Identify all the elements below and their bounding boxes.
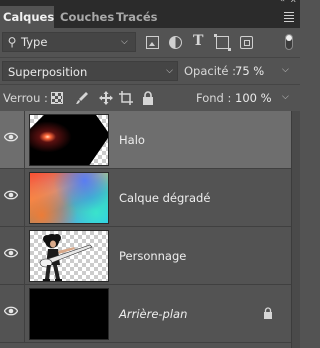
- layer-row-gradient[interactable]: Calque dégradé: [0, 169, 291, 227]
- chevron-down-icon: ⌵: [121, 37, 128, 47]
- lock-transparent-pixels-icon[interactable]: [51, 92, 63, 104]
- lock-row: Verrou : Fond : 100 % ⌵: [0, 84, 300, 110]
- visibility-eye-icon[interactable]: [4, 248, 18, 258]
- adjustment-filter-icon[interactable]: [169, 36, 182, 49]
- layer-divider: [24, 111, 25, 169]
- person-thumbnail: [29, 230, 109, 282]
- blend-row: Superposition ⌵ Opacité : 75 % ⌵: [0, 57, 300, 83]
- tab-traces[interactable]: Tracés: [112, 6, 161, 28]
- blend-mode-value: Superposition: [8, 65, 88, 79]
- smart-object-filter-icon[interactable]: [240, 36, 253, 49]
- layer-divider: [24, 169, 25, 227]
- layer-row-halo[interactable]: Halo: [0, 111, 291, 169]
- filter-toggle-switch[interactable]: [285, 34, 293, 50]
- filter-kind-label: Type: [21, 35, 48, 49]
- image-filter-icon[interactable]: [146, 36, 159, 49]
- layer-name[interactable]: Calque dégradé: [119, 191, 210, 205]
- fill-dropdown-icon[interactable]: ⌵: [282, 92, 289, 102]
- layer-divider: [24, 227, 25, 285]
- lock-all-icon[interactable]: [141, 91, 155, 105]
- layers-list: Halo Calque dégradé Personnage Arrière-p…: [0, 111, 291, 348]
- gradient-thumbnail: [29, 172, 109, 224]
- lock-position-icon[interactable]: [99, 91, 113, 105]
- text-filter-icon[interactable]: T: [193, 33, 203, 49]
- layers-scrollbar[interactable]: [291, 111, 300, 348]
- halo-thumbnail: [29, 114, 109, 166]
- visibility-eye-icon[interactable]: [4, 190, 18, 200]
- filter-kind-select[interactable]: ⚲ Type ⌵: [2, 32, 136, 52]
- lock-label: Verrou :: [3, 91, 48, 105]
- layer-name[interactable]: Halo: [119, 133, 145, 147]
- opacity-field[interactable]: 75 %: [235, 64, 264, 78]
- close-panel-icon[interactable]: x: [291, 0, 296, 5]
- background-thumbnail: [29, 288, 109, 340]
- blend-mode-select[interactable]: Superposition ⌵: [2, 61, 178, 81]
- layer-divider: [24, 285, 25, 343]
- panel-tab-bar: Calques Couches Tracés: [0, 6, 300, 28]
- layer-name[interactable]: Personnage: [119, 249, 186, 263]
- tab-calques[interactable]: Calques: [0, 6, 54, 28]
- tab-couches[interactable]: Couches: [56, 6, 118, 28]
- lock-artboard-icon[interactable]: [119, 91, 133, 105]
- fill-field[interactable]: 100 %: [235, 91, 272, 105]
- layer-row-background[interactable]: Arrière-plan: [0, 285, 291, 343]
- layer-filter-row: ⚲ Type ⌵ T: [0, 30, 300, 55]
- layer-name[interactable]: Arrière-plan: [119, 307, 187, 321]
- lock-image-pixels-icon[interactable]: [75, 91, 89, 105]
- collapse-panel-icon[interactable]: «: [279, 0, 285, 5]
- opacity-dropdown-icon[interactable]: ⌵: [282, 65, 289, 75]
- visibility-eye-icon[interactable]: [4, 306, 18, 316]
- chevron-down-icon: ⌵: [166, 66, 173, 76]
- fill-label: Fond :: [196, 91, 232, 105]
- visibility-eye-icon[interactable]: [4, 132, 18, 142]
- opacity-label: Opacité :: [184, 64, 237, 78]
- lock-icon[interactable]: [263, 307, 273, 319]
- layer-row-person[interactable]: Personnage: [0, 227, 291, 285]
- search-icon: ⚲: [7, 35, 17, 49]
- shape-filter-icon[interactable]: [214, 34, 231, 51]
- panel-menu-icon[interactable]: [284, 12, 294, 24]
